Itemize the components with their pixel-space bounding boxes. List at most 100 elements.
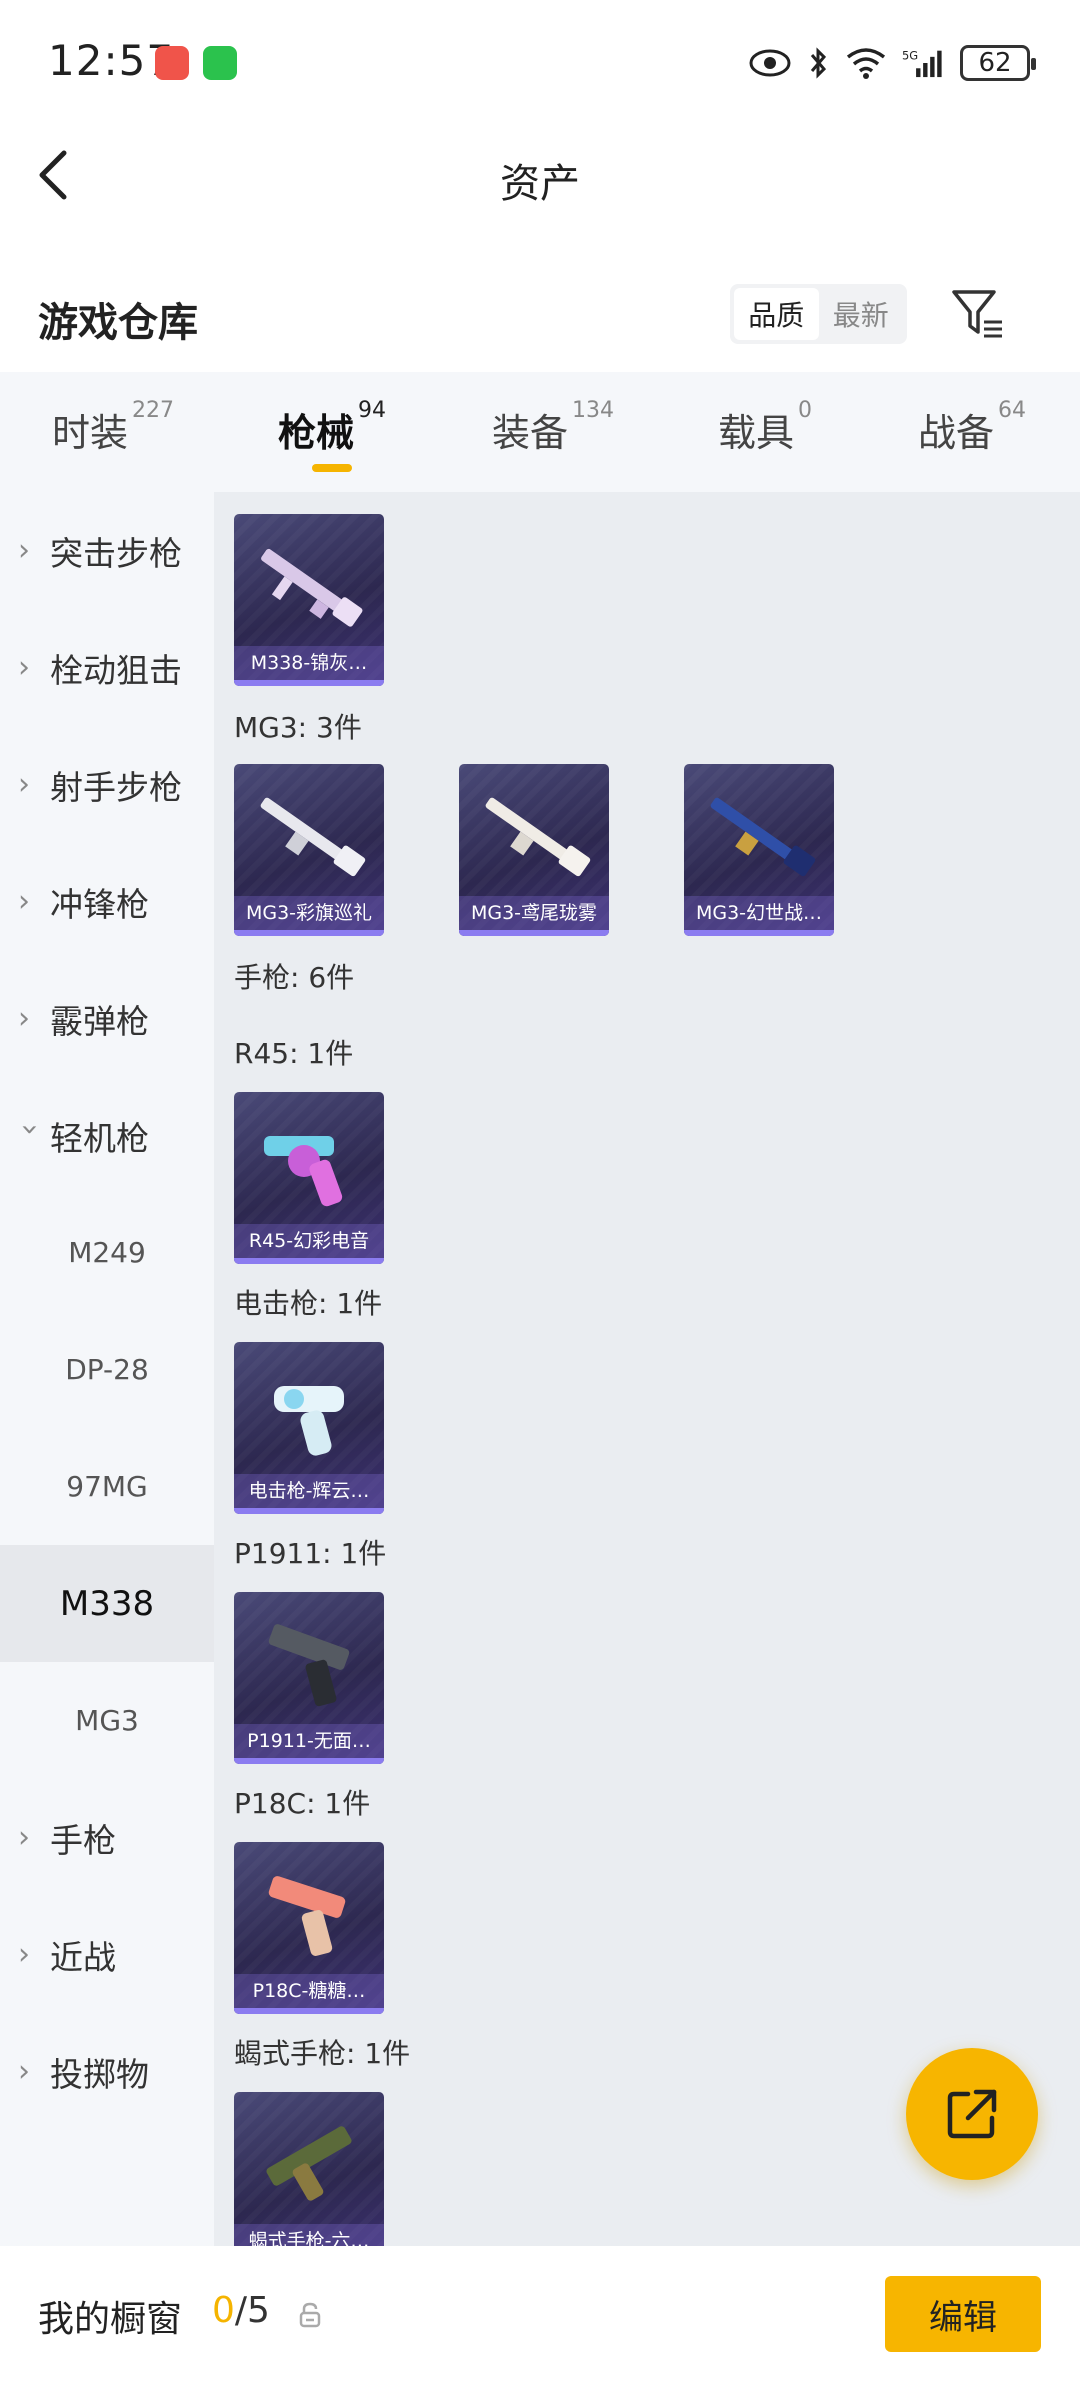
tab-equipment[interactable]: 装备134 — [492, 398, 614, 457]
warehouse-header: 游戏仓库 品质 最新 — [0, 270, 1080, 360]
sidebar-subitem-m338[interactable]: M338 — [0, 1545, 214, 1662]
chevron-right-icon: › — [18, 767, 30, 802]
item-name: MG3-彩旗巡礼 — [234, 896, 384, 930]
group-label-mg3: MG3: 3件 — [234, 711, 362, 744]
item-card[interactable]: P1911-无面… — [234, 1592, 384, 1764]
item-card[interactable]: MG3-彩旗巡礼 — [234, 764, 384, 936]
sidebar-item-label: 轻机枪 — [50, 1118, 149, 1158]
bluetooth-icon — [810, 47, 827, 79]
sidebar-item-label: 手枪 — [50, 1820, 116, 1860]
sidebar-subitem-dp28[interactable]: DP-28 — [0, 1311, 214, 1428]
showcase-count: 0/5 — [212, 2290, 270, 2331]
sidebar-item-assault-rifle[interactable]: › 突击步枪 — [0, 492, 214, 609]
item-name: P1911-无面… — [234, 1724, 384, 1758]
rarity-bar — [234, 930, 384, 936]
rarity-bar — [234, 1508, 384, 1514]
share-external-icon — [947, 2089, 997, 2139]
sidebar-item-label: 投掷物 — [50, 2054, 149, 2094]
sidebar-item-label: 栓动狙击 — [50, 650, 182, 690]
item-name: M338-锦灰… — [234, 646, 384, 680]
wechat-icon — [203, 46, 237, 80]
eye-icon — [749, 49, 791, 77]
tab-label: 枪械 — [278, 411, 355, 455]
svg-text:5G: 5G — [902, 48, 918, 62]
page-title: 资产 — [500, 161, 580, 207]
group-label-p18c: P18C: 1件 — [234, 1787, 371, 1820]
chevron-right-icon: › — [18, 884, 30, 919]
share-fab[interactable] — [906, 2048, 1038, 2180]
sidebar-item-marksman-rifle[interactable]: › 射手步枪 — [0, 726, 214, 843]
signal-5g-icon: 5G — [902, 48, 942, 78]
item-card[interactable]: MG3-鸢尾珑雾 — [459, 764, 609, 936]
sidebar-item-label: 突击步枪 — [50, 533, 182, 573]
sidebar-item-label: 霰弹枪 — [50, 1001, 149, 1041]
sidebar-item-label: 射手步枪 — [50, 767, 182, 807]
sidebar-subitem-mg3[interactable]: MG3 — [0, 1662, 214, 1779]
item-name: R45-幻彩电音 — [234, 1224, 384, 1258]
category-tabs: 时装227 枪械94 装备134 载具0 战备64 — [0, 372, 1080, 492]
sidebar-item-label: 冲锋枪 — [50, 884, 149, 924]
tab-count: 0 — [798, 398, 813, 423]
active-tab-indicator — [312, 464, 352, 472]
sort-quality-button[interactable]: 品质 — [734, 288, 819, 340]
sidebar-item-pistol[interactable]: › 手枪 — [0, 1779, 214, 1896]
item-card[interactable]: M338-锦灰… — [234, 514, 384, 686]
edit-button[interactable]: 编辑 — [885, 2276, 1041, 2352]
item-name: MG3-幻世战… — [684, 896, 834, 930]
sidebar-item-shotgun[interactable]: › 霰弹枪 — [0, 960, 214, 1077]
lmg-skin-icon — [260, 797, 366, 877]
tab-supplies[interactable]: 战备64 — [918, 398, 1026, 457]
item-name: MG3-鸢尾珑雾 — [459, 896, 609, 930]
wifi-icon — [846, 48, 886, 79]
item-card[interactable]: 蝎式手枪-六… — [234, 2092, 384, 2246]
item-card[interactable]: R45-幻彩电音 — [234, 1092, 384, 1264]
chevron-right-icon: › — [18, 2054, 30, 2089]
sidebar-item-melee[interactable]: › 近战 — [0, 1896, 214, 2013]
sidebar-subitem-m249[interactable]: M249 — [0, 1194, 214, 1311]
tab-count: 134 — [572, 398, 615, 423]
sort-toggle: 品质 最新 — [730, 284, 907, 344]
showcase-count-total: /5 — [234, 2290, 270, 2331]
sidebar-subitem-97mg[interactable]: 97MG — [0, 1428, 214, 1545]
lmg-skin-icon — [485, 797, 591, 877]
sidebar-item-lmg[interactable]: › 轻机枪 — [0, 1077, 214, 1194]
tab-label: 时装 — [52, 411, 129, 455]
rarity-bar — [234, 1258, 384, 1264]
status-bar: 12:57 5G 62 — [0, 0, 1080, 125]
filter-icon[interactable] — [950, 286, 1006, 342]
showcase-count-current: 0 — [212, 2290, 235, 2331]
tab-fashion[interactable]: 时装227 — [52, 398, 174, 457]
showcase-label: 我的橱窗 — [38, 2299, 183, 2340]
tab-vehicles[interactable]: 载具0 — [718, 398, 812, 457]
group-label-r45: R45: 1件 — [234, 1037, 354, 1070]
item-card[interactable]: MG3-幻世战… — [684, 764, 834, 936]
tab-label: 战备 — [918, 411, 995, 455]
tab-count: 227 — [132, 398, 175, 423]
chevron-right-icon: › — [18, 1001, 30, 1036]
chevron-right-icon: › — [18, 533, 30, 568]
machine-pistol-skin-icon — [266, 2126, 352, 2201]
group-label-scorpion: 蝎式手枪: 1件 — [234, 2037, 411, 2070]
tab-guns[interactable]: 枪械94 — [278, 398, 386, 457]
rifle-skin-icon — [261, 548, 363, 627]
tab-count: 64 — [998, 398, 1027, 423]
top-nav: 资产 — [0, 125, 1080, 225]
item-card[interactable]: 电击枪-辉云… — [234, 1342, 384, 1514]
weapon-category-sidebar: › 突击步枪 › 栓动狙击 › 射手步枪 › 冲锋枪 › 霰弹枪 › 轻机枪 M249 DP… — [0, 492, 214, 2246]
tab-label: 载具 — [718, 411, 795, 455]
rarity-bar — [234, 2008, 384, 2014]
chevron-right-icon: › — [18, 650, 30, 685]
group-label-p1911: P1911: 1件 — [234, 1537, 387, 1570]
lock-icon — [299, 2302, 321, 2328]
item-card[interactable]: P18C-糖糖… — [234, 1842, 384, 2014]
sidebar-item-label: 近战 — [50, 1937, 116, 1977]
group-label-pistol: 手枪: 6件 — [234, 961, 355, 994]
pistol-skin-icon — [268, 1624, 350, 1707]
sort-newest-button[interactable]: 最新 — [819, 288, 904, 340]
rarity-bar — [234, 1758, 384, 1764]
sidebar-item-bolt-sniper[interactable]: › 栓动狙击 — [0, 609, 214, 726]
sidebar-item-throwable[interactable]: › 投掷物 — [0, 2013, 214, 2130]
group-label-stun-gun: 电击枪: 1件 — [234, 1287, 383, 1320]
lmg-skin-icon — [710, 797, 816, 877]
sidebar-item-smg[interactable]: › 冲锋枪 — [0, 843, 214, 960]
